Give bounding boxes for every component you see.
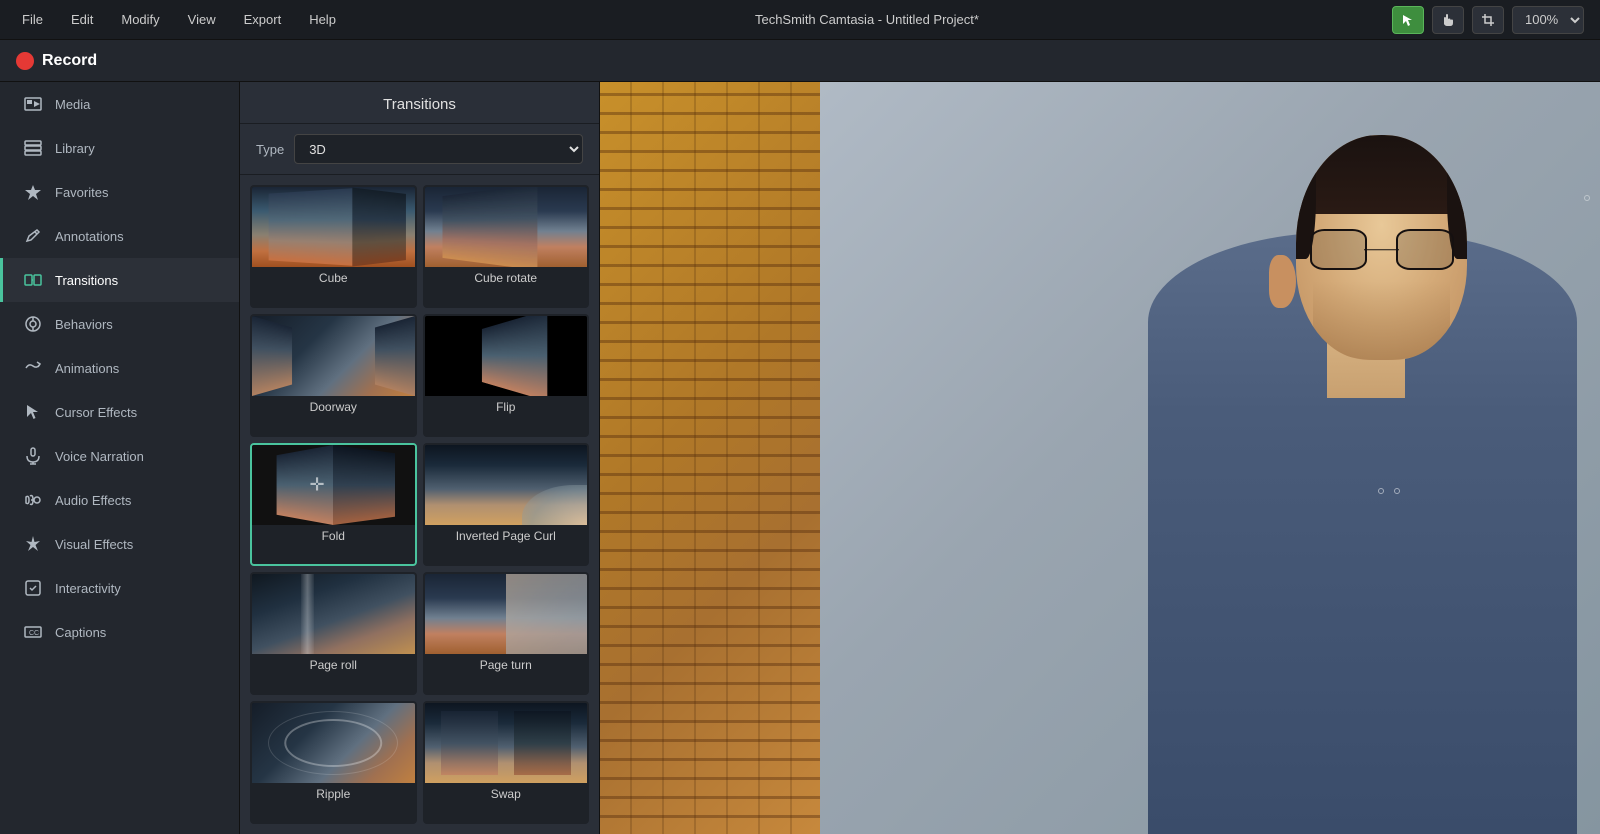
transition-label-swap: Swap (425, 783, 588, 807)
transition-inverted-page-curl[interactable]: Inverted Page Curl (423, 443, 590, 566)
transition-fold[interactable]: ✛ Fold (250, 443, 417, 566)
sidebar-label-annotations: Annotations (55, 229, 124, 244)
record-button[interactable]: Record (16, 52, 97, 70)
sidebar-label-behaviors: Behaviors (55, 317, 113, 332)
panel-title: Transitions (240, 82, 599, 124)
favorites-icon (23, 182, 43, 202)
transition-label-flip: Flip (425, 396, 588, 420)
behaviors-icon (23, 314, 43, 334)
record-dot (16, 52, 34, 70)
transition-thumb-fold: ✛ (252, 445, 415, 525)
transition-doorway[interactable]: Doorway (250, 314, 417, 437)
transitions-icon (23, 270, 43, 290)
app-title: TechSmith Camtasia - Untitled Project* (755, 12, 979, 27)
menu-export[interactable]: Export (238, 8, 288, 31)
transition-thumb-cube (252, 187, 415, 267)
transition-cube-rotate[interactable]: Cube rotate (423, 185, 590, 308)
menu-edit[interactable]: Edit (65, 8, 99, 31)
transition-thumb-flip (425, 316, 588, 396)
cursor-effects-icon (23, 402, 43, 422)
sidebar-item-captions[interactable]: CC Captions (0, 610, 239, 654)
transition-label-page-turn: Page turn (425, 654, 588, 678)
sidebar-label-cursor-effects: Cursor Effects (55, 405, 137, 420)
select-tool-button[interactable] (1392, 6, 1424, 34)
panel-filter: Type 3D All 2D (240, 124, 599, 175)
menu-view[interactable]: View (182, 8, 222, 31)
app-body: Media Library Favorites Annotations Tran (0, 82, 1600, 834)
video-frame (600, 82, 1600, 834)
record-label: Record (42, 52, 97, 70)
sidebar-item-voice-narration[interactable]: Voice Narration (0, 434, 239, 478)
transition-thumb-ripple (252, 703, 415, 783)
transition-thumb-page-roll (252, 574, 415, 654)
sidebar-label-interactivity: Interactivity (55, 581, 121, 596)
svg-text:CC: CC (29, 630, 39, 637)
sidebar-item-transitions[interactable]: Transitions (0, 258, 239, 302)
transition-label-doorway: Doorway (252, 396, 415, 420)
sidebar-label-captions: Captions (55, 625, 106, 640)
transition-thumb-inverted-page-curl (425, 445, 588, 525)
transition-page-roll[interactable]: Page roll (250, 572, 417, 695)
sidebar-label-visual-effects: Visual Effects (55, 537, 133, 552)
sidebar-label-audio-effects: Audio Effects (55, 493, 131, 508)
sidebar-item-behaviors[interactable]: Behaviors (0, 302, 239, 346)
sidebar-label-media: Media (55, 97, 90, 112)
preview-area (600, 82, 1600, 834)
sidebar-item-visual-effects[interactable]: Visual Effects (0, 522, 239, 566)
transition-label-fold: Fold (252, 525, 415, 549)
titlebar-right: 100%50%75%100%125%150%200% (1392, 6, 1584, 34)
sidebar-item-media[interactable]: Media (0, 82, 239, 126)
transition-ripple[interactable]: Ripple (250, 701, 417, 824)
transition-thumb-page-turn (425, 574, 588, 654)
zoom-selector[interactable]: 100%50%75%100%125%150%200% (1512, 6, 1584, 34)
transition-page-turn[interactable]: Page turn (423, 572, 590, 695)
animations-icon (23, 358, 43, 378)
crop-tool-button[interactable] (1472, 6, 1504, 34)
menu-modify[interactable]: Modify (115, 8, 165, 31)
transition-flip[interactable]: Flip (423, 314, 590, 437)
voice-narration-icon (23, 446, 43, 466)
transitions-panel: Transitions Type 3D All 2D Cube (240, 82, 600, 834)
annotations-icon (23, 226, 43, 246)
sidebar-label-favorites: Favorites (55, 185, 108, 200)
filter-label: Type (256, 142, 284, 157)
transition-label-cube-rotate: Cube rotate (425, 267, 588, 291)
transition-thumb-swap (425, 703, 588, 783)
media-icon (23, 94, 43, 114)
menu-help[interactable]: Help (303, 8, 342, 31)
hand-tool-button[interactable] (1432, 6, 1464, 34)
sidebar-label-library: Library (55, 141, 95, 156)
captions-icon: CC (23, 622, 43, 642)
library-icon (23, 138, 43, 158)
titlebar-left: File Edit Modify View Export Help (16, 8, 342, 31)
sidebar-item-cursor-effects[interactable]: Cursor Effects (0, 390, 239, 434)
transition-label-page-roll: Page roll (252, 654, 415, 678)
menu-bar: File Edit Modify View Export Help (16, 8, 342, 31)
audio-effects-icon (23, 490, 43, 510)
transition-label-inverted-page-curl: Inverted Page Curl (425, 525, 588, 549)
sidebar-item-interactivity[interactable]: Interactivity (0, 566, 239, 610)
transition-cube[interactable]: Cube (250, 185, 417, 308)
transition-thumb-cube-rotate (425, 187, 588, 267)
transitions-grid: Cube Cube rotate Doorway (240, 175, 599, 834)
sidebar-label-transitions: Transitions (55, 273, 118, 288)
sidebar-item-library[interactable]: Library (0, 126, 239, 170)
main-toolbar: Record (0, 40, 1600, 82)
menu-file[interactable]: File (16, 8, 49, 31)
transition-label-ripple: Ripple (252, 783, 415, 807)
type-filter-select[interactable]: 3D All 2D (294, 134, 583, 164)
interactivity-icon (23, 578, 43, 598)
sidebar-item-animations[interactable]: Animations (0, 346, 239, 390)
sidebar: Media Library Favorites Annotations Tran (0, 82, 240, 834)
sidebar-item-audio-effects[interactable]: Audio Effects (0, 478, 239, 522)
transition-label-cube: Cube (252, 267, 415, 291)
sidebar-item-favorites[interactable]: Favorites (0, 170, 239, 214)
transition-swap[interactable]: Swap (423, 701, 590, 824)
transition-thumb-doorway (252, 316, 415, 396)
sidebar-label-animations: Animations (55, 361, 119, 376)
titlebar: File Edit Modify View Export Help TechSm… (0, 0, 1600, 40)
sidebar-item-annotations[interactable]: Annotations (0, 214, 239, 258)
visual-effects-icon (23, 534, 43, 554)
sidebar-label-voice-narration: Voice Narration (55, 449, 144, 464)
